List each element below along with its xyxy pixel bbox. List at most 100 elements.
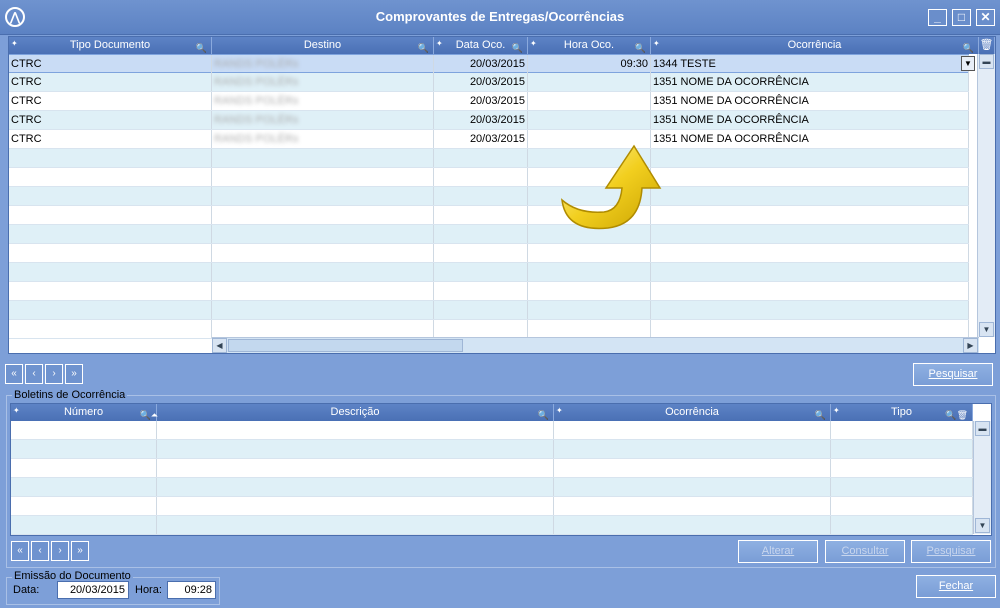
table-row[interactable] [9,149,969,168]
cell-data[interactable] [434,244,528,262]
col-header-ocorrencia[interactable]: ✦ Ocorrência 🔍 [651,37,979,54]
fechar-button[interactable]: Fechar [916,575,996,598]
cell-hora[interactable] [528,301,651,319]
pesquisar-boletins-button[interactable]: Pesquisar [911,540,991,563]
cell-data[interactable]: 20/03/2015 [434,130,528,148]
cell-destino[interactable]: RANDS POLÉRs [212,55,434,73]
consultar-button[interactable]: Consultar [825,540,905,563]
table-row[interactable]: CTRC RANDS POLÉRs 20/03/2015 09:30 1344 TEST… [9,54,975,73]
cell-hora[interactable] [528,263,651,281]
table-cell[interactable] [11,459,157,477]
cell-destino[interactable] [212,263,434,281]
cell-tipo[interactable] [9,206,212,224]
boletins-vertical-scrollbar[interactable]: ▬ ▼ [973,421,991,534]
scroll-up-icon[interactable]: ▬ [975,421,990,436]
cell-destino[interactable] [212,244,434,262]
cell-ocorrencia[interactable] [651,282,969,300]
table-row[interactable] [11,516,973,535]
pesquisar-button[interactable]: Pesquisar [913,363,993,386]
table-cell[interactable] [157,440,554,458]
table-cell[interactable] [157,421,554,439]
next-record-icon[interactable]: › [45,364,63,384]
cell-data[interactable] [434,263,528,281]
prev-record-icon[interactable]: ‹ [25,364,43,384]
cell-tipo[interactable] [9,187,212,205]
cell-data[interactable] [434,301,528,319]
cell-destino[interactable]: RANDS POLÉRs [212,130,434,148]
first-record-icon[interactable]: « [5,364,23,384]
cell-tipo[interactable] [9,168,212,186]
hora-field[interactable]: 09:28 [167,581,216,599]
table-cell[interactable] [831,421,973,439]
table-cell[interactable] [157,478,554,496]
cell-ocorrencia[interactable] [651,263,969,281]
table-cell[interactable] [11,497,157,515]
cell-tipo[interactable] [9,282,212,300]
cell-destino[interactable]: RANDS POLÉRs [212,73,434,91]
table-row[interactable] [11,497,973,516]
minimize-button[interactable]: _ [928,9,947,26]
cell-ocorrencia[interactable] [651,206,969,224]
trash-icon[interactable]: 🗑 [979,37,995,54]
table-cell[interactable] [554,497,831,515]
scroll-right-icon[interactable]: ▶ [963,338,978,353]
table-cell[interactable] [157,516,554,534]
cell-data[interactable]: 20/03/2015 [434,111,528,129]
cell-hora[interactable] [528,282,651,300]
table-cell[interactable] [831,459,973,477]
last-record-icon[interactable]: » [71,541,89,561]
cell-destino[interactable] [212,149,434,167]
table-cell[interactable] [157,459,554,477]
table-cell[interactable] [554,440,831,458]
alterar-button[interactable]: Alterar [738,540,818,563]
cell-ocorrencia[interactable]: 1351 NOME DA OCORRÊNCIA [651,130,969,148]
horizontal-scrollbar[interactable]: ◀ ▶ [212,337,979,353]
cell-data[interactable] [434,320,528,338]
next-record-icon[interactable]: › [51,541,69,561]
cell-tipo[interactable] [9,225,212,243]
cell-destino[interactable] [212,206,434,224]
table-row[interactable] [9,244,969,263]
col-header-data[interactable]: ✦ Data Oco. 🔍 [434,37,528,54]
table-cell[interactable] [831,478,973,496]
cell-data[interactable] [434,206,528,224]
cell-data[interactable]: 20/03/2015 [434,73,528,91]
table-cell[interactable] [831,440,973,458]
table-row[interactable] [9,206,969,225]
trash-header[interactable]: 🗑 [979,37,995,54]
table-row[interactable]: CTRC RANDS POLÉRs 20/03/2015 1351 NOME DA O… [9,73,969,92]
table-cell[interactable] [11,516,157,534]
cell-hora[interactable] [528,244,651,262]
cell-tipo[interactable]: CTRC [9,55,212,73]
col-header-tipo2[interactable]: ✦ Tipo 🔍🗑 [831,404,973,421]
cell-data[interactable] [434,187,528,205]
table-cell[interactable] [831,497,973,515]
scroll-down-icon[interactable]: ▼ [975,518,990,533]
cell-tipo[interactable]: CTRC [9,111,212,129]
scroll-thumb[interactable] [228,339,463,352]
table-row[interactable]: CTRC RANDS POLÉRs 20/03/2015 1351 NOME DA O… [9,130,969,149]
cell-ocorrencia[interactable] [651,320,969,338]
cell-tipo[interactable] [9,263,212,281]
maximize-button[interactable]: □ [952,9,971,26]
cell-ocorrencia[interactable]: 1351 NOME DA OCORRÊNCIA [651,73,969,91]
cell-destino[interactable] [212,187,434,205]
table-cell[interactable] [11,421,157,439]
col-header-hora[interactable]: ✦ Hora Oco. 🔍 [528,37,651,54]
cell-tipo[interactable] [9,301,212,319]
col-header-descricao[interactable]: Descrição 🔍 [157,404,554,421]
cell-ocorrencia[interactable] [651,168,969,186]
cell-ocorrencia[interactable] [651,187,969,205]
table-cell[interactable] [554,516,831,534]
cell-data[interactable] [434,168,528,186]
dropdown-arrow-icon[interactable]: ▼ [961,56,975,71]
table-row[interactable]: CTRC RANDS POLÉRs 20/03/2015 1351 NOME DA O… [9,92,969,111]
cell-tipo[interactable]: CTRC [9,73,212,91]
cell-ocorrencia[interactable] [651,244,969,262]
col-header-numero[interactable]: ✦ Número 🔍⏶ [11,404,158,421]
table-cell[interactable] [554,421,831,439]
last-record-icon[interactable]: » [65,364,83,384]
cell-destino[interactable] [212,320,434,338]
cell-data[interactable] [434,225,528,243]
col-header-ocorrencia2[interactable]: ✦ Ocorrência 🔍 [554,404,831,421]
